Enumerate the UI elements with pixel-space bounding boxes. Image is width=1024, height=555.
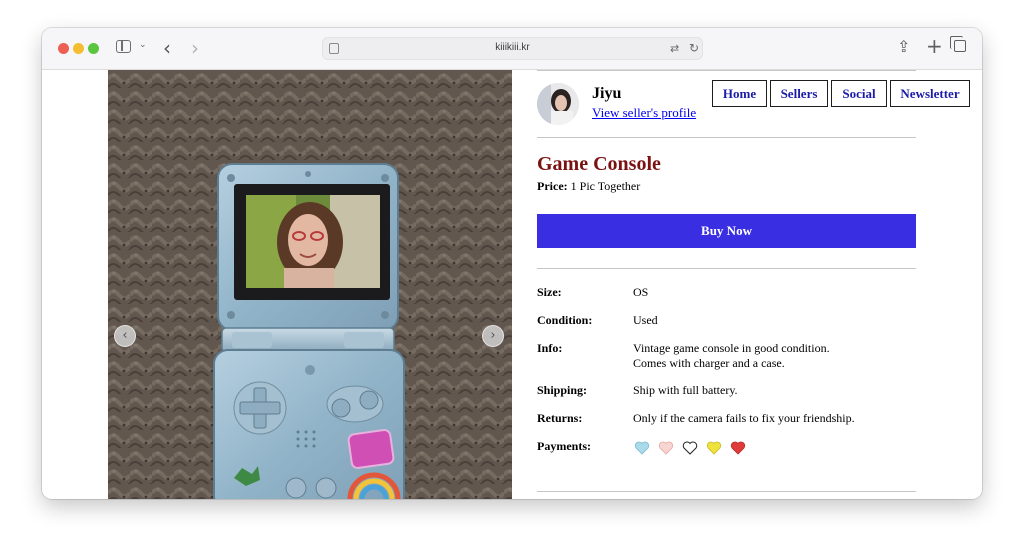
browser-window: ⌄ ‹ › kiiikiii.kr ⇄ ↻ ⇪ + ‹ › Jiyu View … [42,28,982,499]
product-title: Game Console [537,153,661,175]
price-label: Price: [537,179,568,193]
url-text[interactable]: kiiikiii.kr [323,42,702,53]
divider [537,491,916,492]
shipping-label: Shipping: [537,383,588,397]
chevron-down-icon[interactable]: ⌄ [139,40,147,50]
tab-overview-icon[interactable] [950,36,966,52]
translate-icon[interactable]: ⇄ [670,42,679,55]
red-heart-icon[interactable] [730,440,746,456]
blue-heart-icon[interactable] [634,440,650,456]
info-line: Comes with charger and a case. [633,356,785,370]
yellow-heart-icon[interactable] [706,440,722,456]
pink-heart-icon[interactable] [658,440,674,456]
condition-value: Used [633,313,658,327]
back-button[interactable]: ‹ [163,36,171,60]
close-window-button[interactable] [58,43,69,54]
shipping-value: Ship with full battery. [633,383,738,397]
browser-toolbar: ⌄ ‹ › kiiikiii.kr ⇄ ↻ ⇪ + [42,28,982,70]
info-value: Vintage game console in good condition. … [633,341,913,371]
divider [537,137,916,138]
reload-icon[interactable]: ↻ [689,41,699,55]
buy-now-button[interactable]: Buy Now [537,214,916,248]
new-tab-icon[interactable]: + [926,34,943,58]
forward-button[interactable]: › [191,36,199,60]
nav-social-button[interactable]: Social [831,80,887,107]
info-line: Vintage game console in good condition. [633,341,830,355]
address-bar[interactable]: kiiikiii.kr ⇄ ↻ [322,37,703,60]
sidebar-toggle-icon[interactable] [116,40,131,53]
size-label: Size: [537,285,562,299]
info-label: Info: [537,341,563,355]
returns-label: Returns: [537,411,583,425]
product-photo [108,70,512,499]
size-value: OS [633,285,649,299]
returns-value: Only if the camera fails to fix your fri… [633,411,855,425]
divider [537,268,916,269]
nav-sellers-button[interactable]: Sellers [770,80,828,107]
outline-heart-icon[interactable] [682,440,698,456]
seller-profile-link[interactable]: View seller's profile [592,105,696,121]
nav-home-button[interactable]: Home [712,80,767,107]
seller-name: Jiyu [592,85,622,102]
payments-label: Payments: [537,439,591,453]
nav-newsletter-button[interactable]: Newsletter [890,80,970,107]
product-price: Price: 1 Pic Together [537,179,640,194]
product-panel: Jiyu View seller's profile Home Sellers … [537,70,977,499]
next-image-button[interactable]: › [482,325,504,347]
previous-image-button[interactable]: ‹ [114,325,136,347]
minimize-window-button[interactable] [73,43,84,54]
price-value: 1 Pic Together [570,179,641,193]
page-content: ‹ › Jiyu View seller's profile Home Sell… [42,70,982,499]
condition-label: Condition: [537,313,593,327]
share-icon[interactable]: ⇪ [897,37,910,56]
divider [537,70,916,71]
avatar[interactable] [537,83,579,125]
zoom-window-button[interactable] [88,43,99,54]
